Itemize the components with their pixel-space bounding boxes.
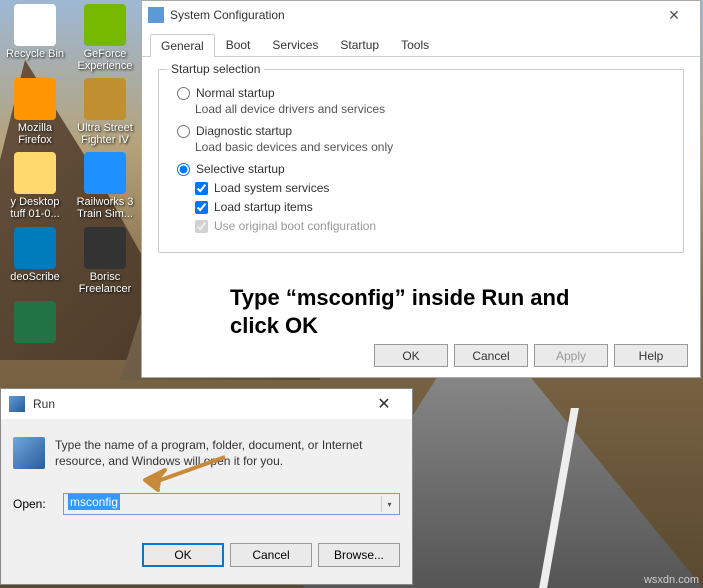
radio-normal-input[interactable] (177, 87, 190, 100)
run-dialog: Run ✕ Type the name of a program, folder… (0, 388, 413, 585)
run-title: Run (33, 397, 364, 411)
run-icon (9, 396, 25, 412)
run-help-text: Type the name of a program, folder, docu… (55, 437, 400, 469)
desktop-icon-streetfighter[interactable]: Ultra Street Fighter IV (70, 74, 140, 148)
check-services-input[interactable] (195, 182, 208, 195)
desktop-icon-geforce[interactable]: GeForce Experience (70, 0, 140, 74)
apply-button: Apply (534, 344, 608, 367)
desktop-icon-recycle-bin[interactable]: Recycle Bin (0, 0, 70, 74)
normal-desc: Load all device drivers and services (195, 102, 671, 116)
check-startup-input[interactable] (195, 201, 208, 214)
tab-boot[interactable]: Boot (215, 33, 262, 56)
syscfg-icon (148, 7, 164, 23)
tab-general[interactable]: General (150, 34, 215, 57)
run-open-input[interactable]: msconfig ▾ (63, 493, 400, 515)
run-close-button[interactable]: ✕ (364, 394, 404, 414)
desktop-icon-borisc[interactable]: Borisc Freelancer (70, 223, 140, 297)
tab-services[interactable]: Services (261, 33, 329, 56)
check-load-system-services[interactable]: Load system services (195, 181, 671, 195)
run-titlebar[interactable]: Run ✕ (1, 389, 412, 419)
run-cancel-button[interactable]: Cancel (230, 543, 312, 567)
run-ok-button[interactable]: OK (142, 543, 224, 567)
check-boot-input (195, 220, 208, 233)
radio-selective-input[interactable] (177, 163, 190, 176)
desktop-icon-railworks[interactable]: Railworks 3 Train Sim... (70, 148, 140, 222)
check-load-startup-items[interactable]: Load startup items (195, 200, 671, 214)
instruction-annotation: Type “msconfig” inside Run and click OK (230, 284, 570, 339)
tab-tools[interactable]: Tools (390, 33, 440, 56)
run-browse-button[interactable]: Browse... (318, 543, 400, 567)
radio-diagnostic-startup[interactable]: Diagnostic startup (177, 124, 671, 138)
run-input-value: msconfig (68, 494, 120, 510)
syscfg-title: System Configuration (170, 8, 654, 22)
tab-startup[interactable]: Startup (329, 33, 390, 56)
startup-selection-group: Startup selection Normal startup Load al… (158, 69, 684, 253)
run-app-icon (13, 437, 45, 469)
desktop-icon-videoscribe[interactable]: deoScribe (0, 223, 70, 297)
desktop-icon-excel[interactable] (0, 297, 70, 347)
radio-diagnostic-input[interactable] (177, 125, 190, 138)
chevron-down-icon[interactable]: ▾ (381, 496, 397, 512)
desktop-icon-folder[interactable]: y Desktop tuff 01-0... (0, 148, 70, 222)
desktop-icons-area: Recycle Bin GeForce Experience Mozilla F… (0, 0, 140, 347)
cancel-button[interactable]: Cancel (454, 344, 528, 367)
syscfg-titlebar[interactable]: System Configuration ✕ (142, 1, 700, 29)
watermark: wsxdn.com (644, 574, 699, 586)
group-title: Startup selection (167, 62, 264, 76)
check-original-boot: Use original boot configuration (195, 219, 671, 233)
ok-button[interactable]: OK (374, 344, 448, 367)
help-button[interactable]: Help (614, 344, 688, 367)
desktop-icon-firefox[interactable]: Mozilla Firefox (0, 74, 70, 148)
radio-normal-startup[interactable]: Normal startup (177, 86, 671, 100)
close-button[interactable]: ✕ (654, 7, 694, 24)
diagnostic-desc: Load basic devices and services only (195, 140, 671, 154)
radio-selective-startup[interactable]: Selective startup (177, 162, 671, 176)
open-label: Open: (13, 497, 53, 511)
syscfg-tabs: General Boot Services Startup Tools (142, 29, 700, 57)
